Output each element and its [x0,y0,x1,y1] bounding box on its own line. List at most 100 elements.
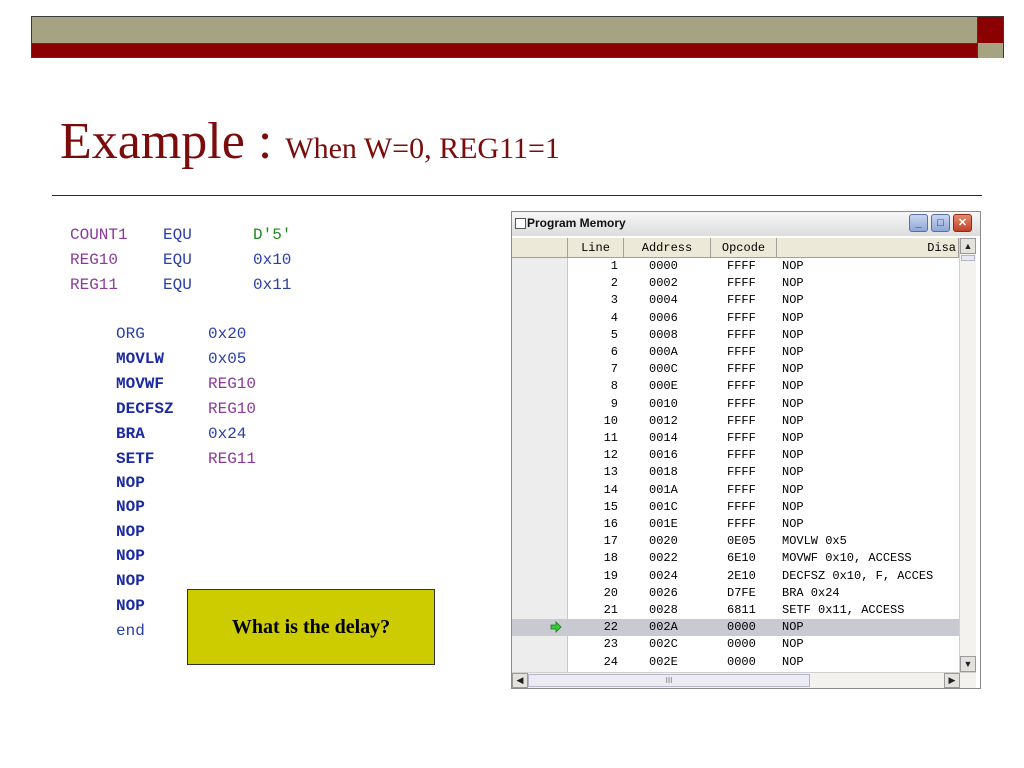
cell-address: 002C [649,637,678,652]
cell-line: 10 [603,413,618,428]
maximize-button[interactable]: □ [931,214,950,232]
cell-disasm: NOP [782,448,804,463]
cell-line: 12 [603,448,618,463]
instruction-mnemonic: NOP [116,523,145,541]
cell-opcode: 0000 [727,620,756,635]
cell-opcode: FFFF [727,482,756,497]
table-row[interactable]: 4 0006 FFFF NOP [512,310,959,327]
instruction-mnemonic: end [116,622,145,640]
table-row[interactable]: 10 0012 FFFF NOP [512,413,959,430]
program-memory-window: Program Memory _ □ ✕ Line Address Opcode… [511,211,981,689]
table-row[interactable]: 3 0004 FFFF NOP [512,292,959,309]
table-row[interactable]: 14 001A FFFF NOP [512,482,959,499]
table-row[interactable]: 7 000C FFFF NOP [512,361,959,378]
cell-disasm: NOP [782,654,804,669]
instruction-operand: REG10 [208,400,257,418]
cell-opcode: FFFF [727,396,756,411]
cell-opcode: 6811 [727,603,756,617]
cell-line: 23 [603,637,618,652]
cell-line: 11 [603,431,618,445]
table-row[interactable]: 24 002E 0000 NOP [512,654,959,671]
cell-disasm: MOVLW 0x5 [782,534,847,549]
equ-value: D'5' [253,226,292,244]
column-header-line[interactable]: Line [568,238,624,258]
close-button[interactable]: ✕ [953,214,972,232]
vertical-scrollbar[interactable]: ▲ ▼ [959,238,976,672]
table-row[interactable]: 21 0028 6811 SETF 0x11, ACCESS [512,602,959,619]
horizontal-scrollbar[interactable]: ◀ III ▶ [512,672,976,688]
cell-opcode: FFFF [727,310,756,325]
table-row[interactable]: 16 001E FFFF NOP [512,516,959,533]
table-row[interactable]: 8 000E FFFF NOP [512,378,959,395]
cell-opcode: FFFF [727,259,756,273]
cell-line: 18 [603,551,618,566]
cell-address: 0022 [649,551,678,566]
column-header-disassembly[interactable]: Disa [777,238,959,258]
cell-opcode: FFFF [727,293,756,308]
cell-opcode: FFFF [727,413,756,428]
instruction-mnemonic: NOP [116,547,145,565]
cell-disasm: NOP [782,293,804,308]
table-row[interactable]: 5 0008 FFFF NOP [512,327,959,344]
cell-disasm: DECFSZ 0x10, F, ACCES [782,568,934,583]
scroll-up-icon[interactable]: ▲ [960,238,976,254]
cell-opcode: FFFF [727,448,756,463]
cell-address: 0016 [649,448,678,463]
table-row[interactable]: 23 002C 0000 NOP [512,636,959,653]
cell-line: 4 [610,310,618,325]
cell-opcode: 0E05 [727,534,756,549]
table-row[interactable]: 18 0022 6E10 MOVWF 0x10, ACCESS [512,550,959,567]
cell-disasm: NOP [782,465,804,480]
cell-disasm: NOP [782,413,804,428]
table-row[interactable]: 6 000A FFFF NOP [512,344,959,361]
cell-address: 002A [649,620,678,635]
table-row[interactable]: 19 0024 2E10 DECFSZ 0x10, F, ACCES [512,568,959,585]
cell-line: 16 [603,517,618,531]
scroll-down-icon[interactable]: ▼ [960,656,976,672]
table-row[interactable]: 9 0010 FFFF NOP [512,396,959,413]
vertical-scroll-thumb[interactable] [961,255,975,261]
cell-disasm: NOP [782,396,804,411]
equ-name: COUNT1 [70,226,128,244]
instruction-mnemonic: DECFSZ [116,400,174,418]
cell-line: 19 [603,568,618,583]
scroll-right-icon[interactable]: ▶ [944,673,960,688]
table-row[interactable]: 12 0016 FFFF NOP [512,447,959,464]
cell-line: 22 [603,620,618,635]
cell-opcode: FFFF [727,327,756,342]
header-bar-olive-square [977,43,1003,58]
window-titlebar[interactable]: Program Memory _ □ ✕ [512,212,980,236]
equ-op: EQU [163,226,192,244]
cell-line: 2 [610,276,618,291]
cell-opcode: FFFF [727,465,756,480]
cell-address: 000A [649,345,678,359]
table-row[interactable]: 15 001C FFFF NOP [512,499,959,516]
window-title: Program Memory [527,216,626,230]
cell-line: 6 [610,345,618,359]
instruction-mnemonic: MOVLW [116,350,165,368]
equ-name: REG11 [70,276,119,294]
table-row[interactable]: 11 0014 FFFF NOP [512,430,959,447]
cell-disasm: NOP [782,276,804,291]
table-row[interactable]: 1 0000 FFFF NOP [512,258,959,275]
minimize-button[interactable]: _ [909,214,928,232]
equ-op: EQU [163,276,192,294]
cell-address: 0018 [649,465,678,480]
column-header-address[interactable]: Address [624,238,711,258]
table-row[interactable]: 2 0002 FFFF NOP [512,275,959,292]
table-row[interactable]: 20 0026 D7FE BRA 0x24 [512,585,959,602]
cell-opcode: FFFF [727,362,756,377]
scroll-left-icon[interactable]: ◀ [512,673,528,688]
header-bar-olive [32,17,978,44]
window-icon [515,218,526,229]
cell-disasm: NOP [782,327,804,342]
horizontal-scroll-thumb[interactable]: III [528,674,810,687]
slide-title: Example : When W=0, REG11=1 [60,112,560,171]
cell-line: 13 [603,465,618,480]
table-row-current[interactable]: 22 002A 0000 NOP [512,619,959,637]
table-row[interactable]: 13 0018 FFFF NOP [512,464,959,481]
column-header-opcode[interactable]: Opcode [711,238,777,258]
cell-opcode: 0000 [727,637,756,652]
instruction-mnemonic: NOP [116,474,145,492]
table-row[interactable]: 17 0020 0E05 MOVLW 0x5 [512,533,959,550]
